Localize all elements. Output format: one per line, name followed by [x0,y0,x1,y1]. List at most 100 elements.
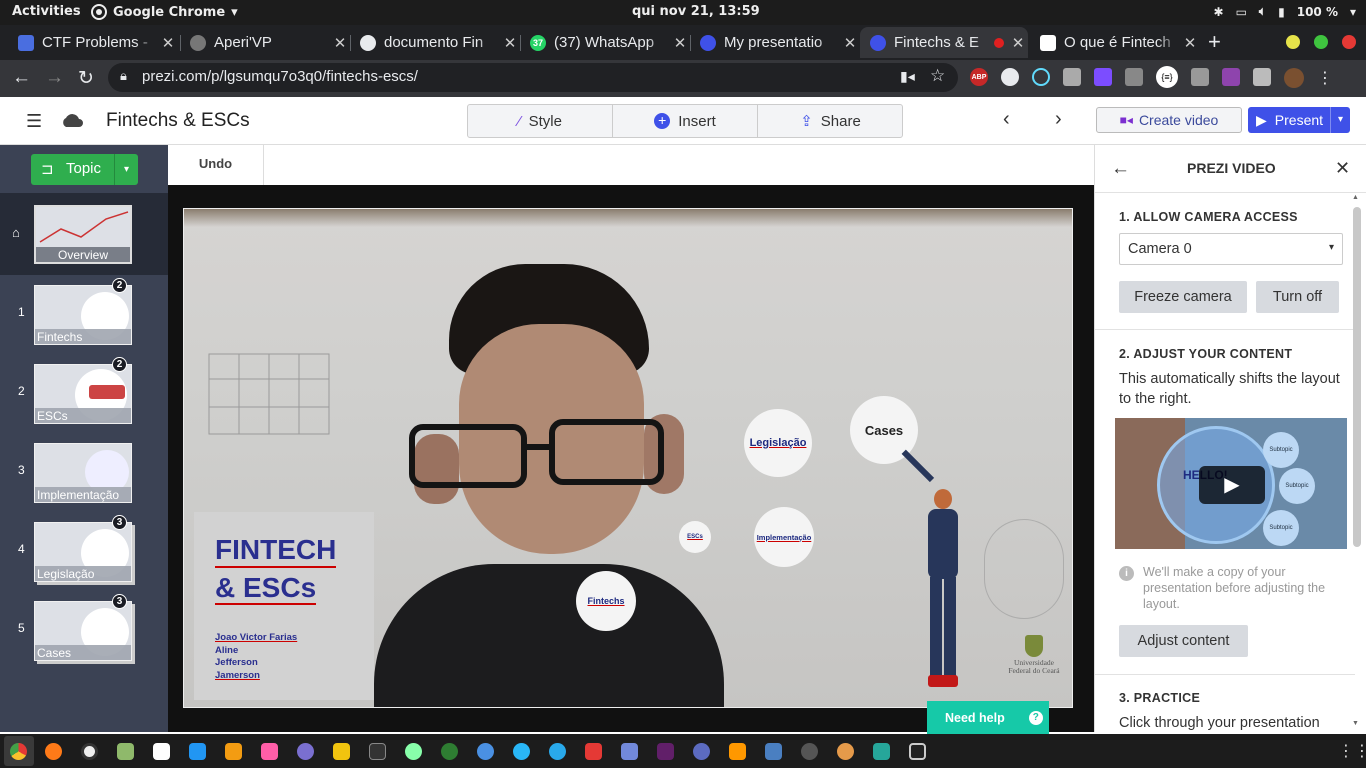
jetbrains-icon[interactable] [261,743,278,760]
sidebar-item-fintechs[interactable]: Fintechs [34,285,132,345]
close-window-button[interactable] [1342,35,1356,49]
code-icon[interactable] [153,743,170,760]
previous-arrow-icon[interactable]: ‹ [1003,108,1010,131]
style-button[interactable]: ⁄ Style [468,105,613,137]
extension-icon[interactable] [1253,68,1271,86]
close-icon[interactable]: ✕ [670,34,690,52]
slide-canvas[interactable]: Legislação Cases ESCs Implementação Fint… [183,208,1073,708]
close-icon[interactable]: ✕ [330,34,350,52]
bubble-escs[interactable]: ESCs [679,521,711,553]
profile-avatar[interactable] [1284,68,1304,88]
mail-icon[interactable] [513,743,530,760]
extension-icon[interactable] [1001,68,1019,86]
app-icon[interactable] [477,743,494,760]
monitor-icon[interactable] [765,743,782,760]
chevron-down-icon[interactable]: ▾ [1330,107,1350,133]
panel-scrollbar[interactable] [1353,207,1361,547]
firefox-icon[interactable] [45,743,62,760]
minimize-button[interactable] [1286,35,1300,49]
terminal-icon[interactable] [369,743,386,760]
sidebar-item-legislacao[interactable]: Legislação [34,522,132,582]
steam-icon[interactable] [801,743,818,760]
create-video-button[interactable]: ■◂ Create video [1096,107,1242,133]
chevron-down-icon[interactable]: ▾ [114,154,138,185]
extension-icon[interactable] [1222,68,1240,86]
sidebar-item-implementacao[interactable]: Implementação [34,443,132,503]
insert-button[interactable]: + Insert [613,105,758,137]
extension-icon[interactable] [1191,68,1209,86]
tab-aperivp[interactable]: Aperi'VP ✕ [180,27,350,58]
tab-ctf[interactable]: CTF Problems - ✕ [8,27,178,58]
app-icon[interactable] [297,743,314,760]
close-icon[interactable]: ✕ [1180,34,1200,52]
tab-whatsapp[interactable]: 37 (37) WhatsApp ✕ [520,27,690,58]
turn-off-button[interactable]: Turn off [1256,281,1339,313]
bubble-implementacao[interactable]: Implementação [754,507,814,567]
scroll-up-icon[interactable]: ▲ [1352,194,1359,201]
forward-icon[interactable]: → [45,67,64,89]
react-icon[interactable] [1032,68,1050,86]
telegram-icon[interactable] [549,743,566,760]
app-icon[interactable] [837,743,854,760]
share-button[interactable]: ⇪ Share [758,105,903,137]
bubble-fintechs[interactable]: Fintechs [576,571,636,631]
close-icon[interactable]: ✕ [1008,34,1028,52]
app-icon[interactable] [873,743,890,760]
freeze-camera-button[interactable]: Freeze camera [1119,281,1247,313]
next-arrow-icon[interactable]: › [1055,108,1062,131]
present-button[interactable]: ▶ Present ▾ [1248,107,1350,133]
extension-icon[interactable] [1063,68,1081,86]
system-tray[interactable]: ✱ ▭ 🔈︎ ▮ 100 % ▾ [1214,4,1357,19]
tab-o-que-e-fintech[interactable]: O que é Fintech ✕ [1030,27,1200,58]
gear-icon[interactable] [405,743,422,760]
close-icon[interactable]: ✕ [1335,158,1350,179]
back-arrow-icon[interactable]: ← [1111,158,1130,180]
extension-icon[interactable] [1094,68,1112,86]
need-help-button[interactable]: Need help ? [927,701,1049,734]
extension-icon[interactable] [1125,68,1143,86]
activities-button[interactable]: Activities [12,4,81,19]
menu-kebab-icon[interactable]: ⋮ [1317,68,1333,88]
adblock-icon[interactable]: ABP [970,68,988,86]
sidebar-item-escs[interactable]: ESCs [34,364,132,424]
presentation-title[interactable]: Fintechs & ESCs [106,110,250,132]
slack-icon[interactable] [657,743,674,760]
overview-thumbnail[interactable]: Overview [34,205,132,264]
vscode-icon[interactable] [189,743,206,760]
window-icon[interactable] [909,743,926,760]
close-icon[interactable]: ✕ [500,34,520,52]
tab-fintechs-active[interactable]: Fintechs & E ✕ [860,27,1028,58]
tutorial-video[interactable]: HELLO! Subtopic Subtopic Subtopic ▶ [1115,418,1347,549]
bubble-legislacao[interactable]: Legislação [744,409,812,477]
tab-my-presentation[interactable]: My presentatio ✕ [690,27,860,58]
discord-icon[interactable] [621,743,638,760]
close-icon[interactable]: ✕ [840,34,860,52]
app-icon[interactable] [693,743,710,760]
app-menu[interactable]: Google Chrome ▾ [91,4,238,20]
app-icon[interactable] [81,743,98,760]
omnibox[interactable]: 🔒︎ prezi.com/p/lgsumqu7o3q0/fintechs-esc… [108,63,958,92]
notes-icon[interactable] [117,743,134,760]
camera-indicator-icon[interactable]: ▮◂ [900,68,915,85]
tab-documento[interactable]: documento Fin ✕ [350,27,520,58]
play-icon[interactable]: ▶ [1199,466,1265,504]
hamburger-icon[interactable]: ☰ [26,111,42,132]
extension-icon[interactable]: {≡} [1156,66,1178,88]
reload-icon[interactable]: ↻ [78,67,94,90]
mongodb-icon[interactable] [441,743,458,760]
undo-button[interactable]: Undo [168,145,264,185]
title-card[interactable]: FINTECH & ESCs Joao Victor Farias Aline … [194,512,374,700]
new-tab-button[interactable]: + [1208,29,1221,55]
back-icon[interactable]: ← [12,67,31,89]
scroll-down-icon[interactable]: ▼ [1352,720,1359,727]
app-grid-icon[interactable]: ⋮⋮ [1338,741,1366,761]
camera-select[interactable]: Camera 0 ▾ [1119,233,1343,265]
package-icon[interactable] [333,743,350,760]
close-icon[interactable]: ✕ [158,34,178,52]
add-topic-button[interactable]: ⊐ Topic ▾ [31,154,138,185]
star-icon[interactable]: ☆ [930,66,945,86]
clock[interactable]: qui nov 21, 13:59 [632,4,760,19]
todoist-icon[interactable] [585,743,602,760]
sidebar-item-cases[interactable]: Cases [34,601,132,661]
chrome-icon[interactable] [10,743,27,760]
